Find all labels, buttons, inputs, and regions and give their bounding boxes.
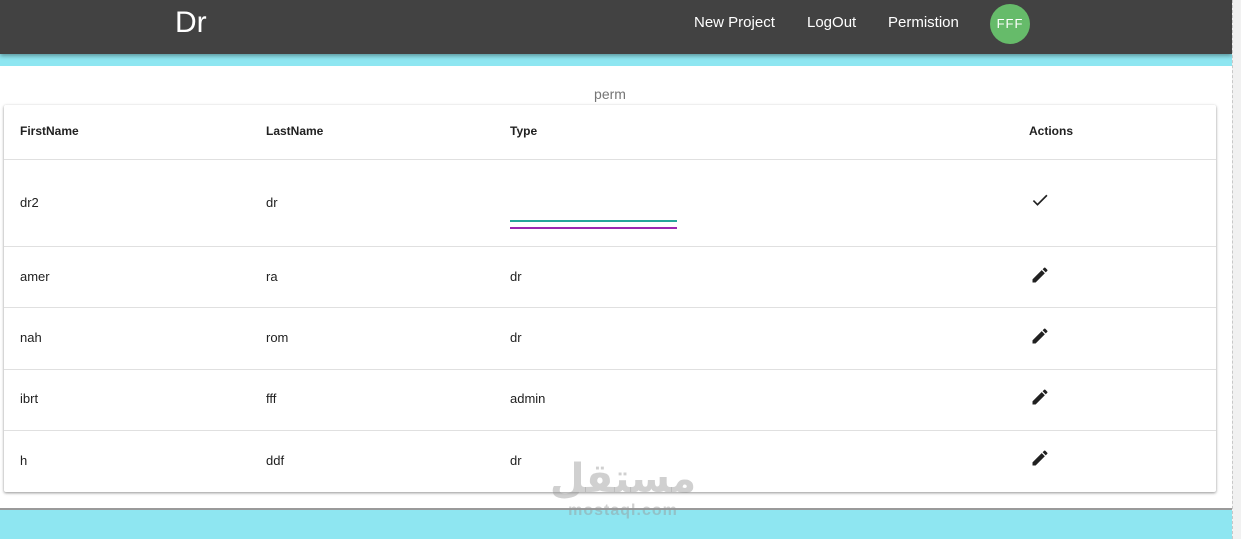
edit-icon[interactable]: [1030, 387, 1050, 407]
vertical-scrollbar[interactable]: [1232, 0, 1241, 539]
cell-firstname: ibrt: [20, 391, 39, 406]
page-title: perm: [594, 86, 626, 102]
type-select-underline: [510, 220, 677, 222]
nav-new-project[interactable]: New Project: [694, 14, 775, 32]
cell-type: dr: [510, 453, 522, 468]
type-select-focus-line: [510, 227, 677, 229]
edit-icon[interactable]: [1030, 265, 1050, 285]
table-row: h ddf dr: [4, 431, 1216, 492]
cell-lastname: ra: [266, 269, 278, 284]
cell-lastname: ddf: [266, 453, 285, 468]
table-row: ibrt fff admin: [4, 370, 1216, 431]
cell-firstname: amer: [20, 269, 50, 284]
edit-icon[interactable]: [1030, 326, 1050, 346]
header-actions: Actions: [1029, 124, 1074, 138]
cell-lastname: rom: [266, 330, 289, 345]
edit-icon[interactable]: [1030, 448, 1050, 468]
nav-logout[interactable]: LogOut: [807, 14, 856, 32]
brand-logo[interactable]: Dr: [175, 4, 207, 42]
cell-lastname: fff: [266, 391, 277, 406]
header-lastname: LastName: [266, 124, 324, 138]
cell-type: dr: [510, 269, 522, 284]
cell-lastname: dr: [266, 195, 278, 210]
user-avatar[interactable]: FFF: [990, 4, 1030, 44]
header-firstname: FirstName: [20, 124, 79, 138]
type-select-input[interactable]: [510, 220, 677, 230]
table-row: nah rom dr: [4, 308, 1216, 370]
table-header-row: FirstName LastName Type Actions: [4, 105, 1216, 160]
header-type: Type: [510, 124, 538, 138]
bottom-accent-band: [0, 508, 1232, 539]
cell-firstname: nah: [20, 330, 42, 345]
cell-type: dr: [510, 330, 522, 345]
top-navbar: Dr New Project LogOut Permistion FFF: [0, 0, 1232, 54]
top-accent-band: [0, 54, 1232, 66]
table-row-editing: dr2 dr: [4, 160, 1216, 247]
permissions-table: FirstName LastName Type Actions dr2 dr a…: [4, 105, 1216, 492]
cell-type: admin: [510, 391, 546, 406]
table-row: amer ra dr: [4, 247, 1216, 308]
nav-permission[interactable]: Permistion: [888, 14, 959, 32]
check-icon[interactable]: [1030, 190, 1050, 210]
cell-firstname: h: [20, 453, 28, 468]
cell-firstname: dr2: [20, 195, 39, 210]
